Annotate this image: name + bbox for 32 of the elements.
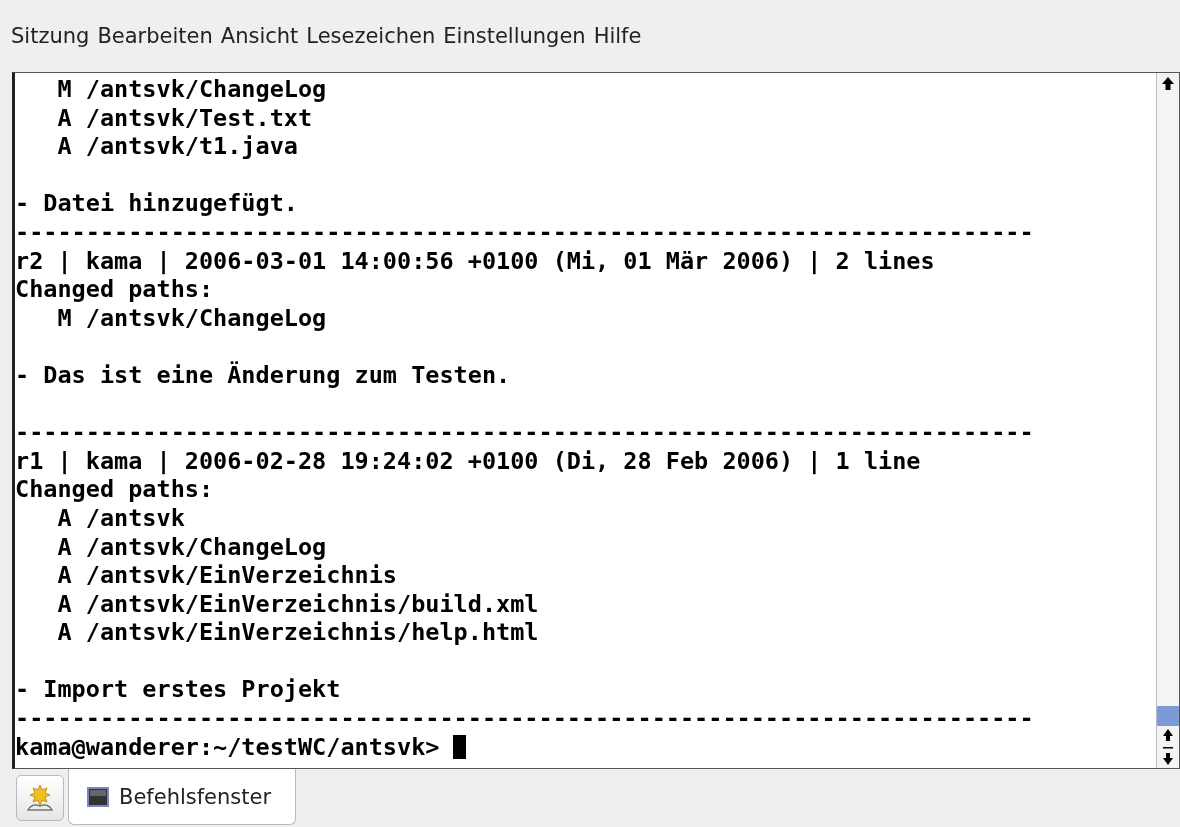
shell-prompt: kama@wanderer:~/testWC/antsvk> — [15, 732, 440, 762]
terminal-line: ------------------------------------------------------------------------ — [15, 418, 1034, 447]
menu-item[interactable]: Bearbeiten — [97, 24, 219, 48]
sparkle-icon — [25, 783, 55, 813]
terminal-line: A /antsvk/EinVerzeichnis — [56, 561, 397, 590]
session-tab[interactable]: Befehlsfenster — [68, 769, 297, 825]
terminal-line: A /antsvk/Test.txt — [56, 103, 313, 133]
terminal-line: r1 | kama | 2006-02-28 19:24:02 +0100 (Di, 28 Feb 2006) | 1 line — [15, 446, 921, 476]
terminal-line: ------------------------------------------------------------------------ — [15, 217, 1034, 247]
menu-item[interactable]: Lesezeichen — [306, 24, 442, 48]
menu-item[interactable]: Hilfe — [593, 24, 648, 48]
terminal-icon — [87, 786, 109, 807]
terminal-line: A /antsvk/EinVerzeichnis/build.xml — [56, 589, 539, 619]
terminal-line: - Das ist eine Änderung zum Testen. — [15, 360, 511, 390]
terminal-line: - Datei hinzugefügt. — [15, 189, 298, 218]
terminal-line: M /antsvk/ChangeLog — [56, 303, 327, 333]
terminal-line: ------------------------------------------------------------------------ — [15, 704, 1034, 733]
terminal-line: Changed paths: — [15, 475, 214, 504]
terminal-line: M /antsvk/ChangeLog — [56, 75, 327, 104]
scrollbar-thumb[interactable] — [1157, 706, 1179, 726]
terminal-line: A /antsvk/t1.java — [56, 132, 298, 161]
new-session-button[interactable] — [16, 775, 64, 821]
menu-item[interactable]: Ansicht — [220, 24, 305, 48]
terminal-line: - Import erstes Projekt — [15, 675, 341, 705]
text-cursor — [453, 734, 467, 759]
terminal-line: A /antsvk/EinVerzeichnis/help.html — [56, 618, 539, 647]
terminal-line: A /antsvk/ChangeLog — [56, 532, 327, 562]
terminal-line: Changed paths: — [15, 275, 214, 304]
menu-item[interactable]: Einstellungen — [443, 24, 592, 48]
menu-item[interactable]: Sitzung — [11, 24, 96, 48]
terminal-line: r2 | kama | 2006-03-01 14:00:56 +0100 (Mi, 01 Mär 2006) | 2 lines — [15, 246, 935, 276]
terminal-line: A /antsvk — [56, 503, 185, 533]
